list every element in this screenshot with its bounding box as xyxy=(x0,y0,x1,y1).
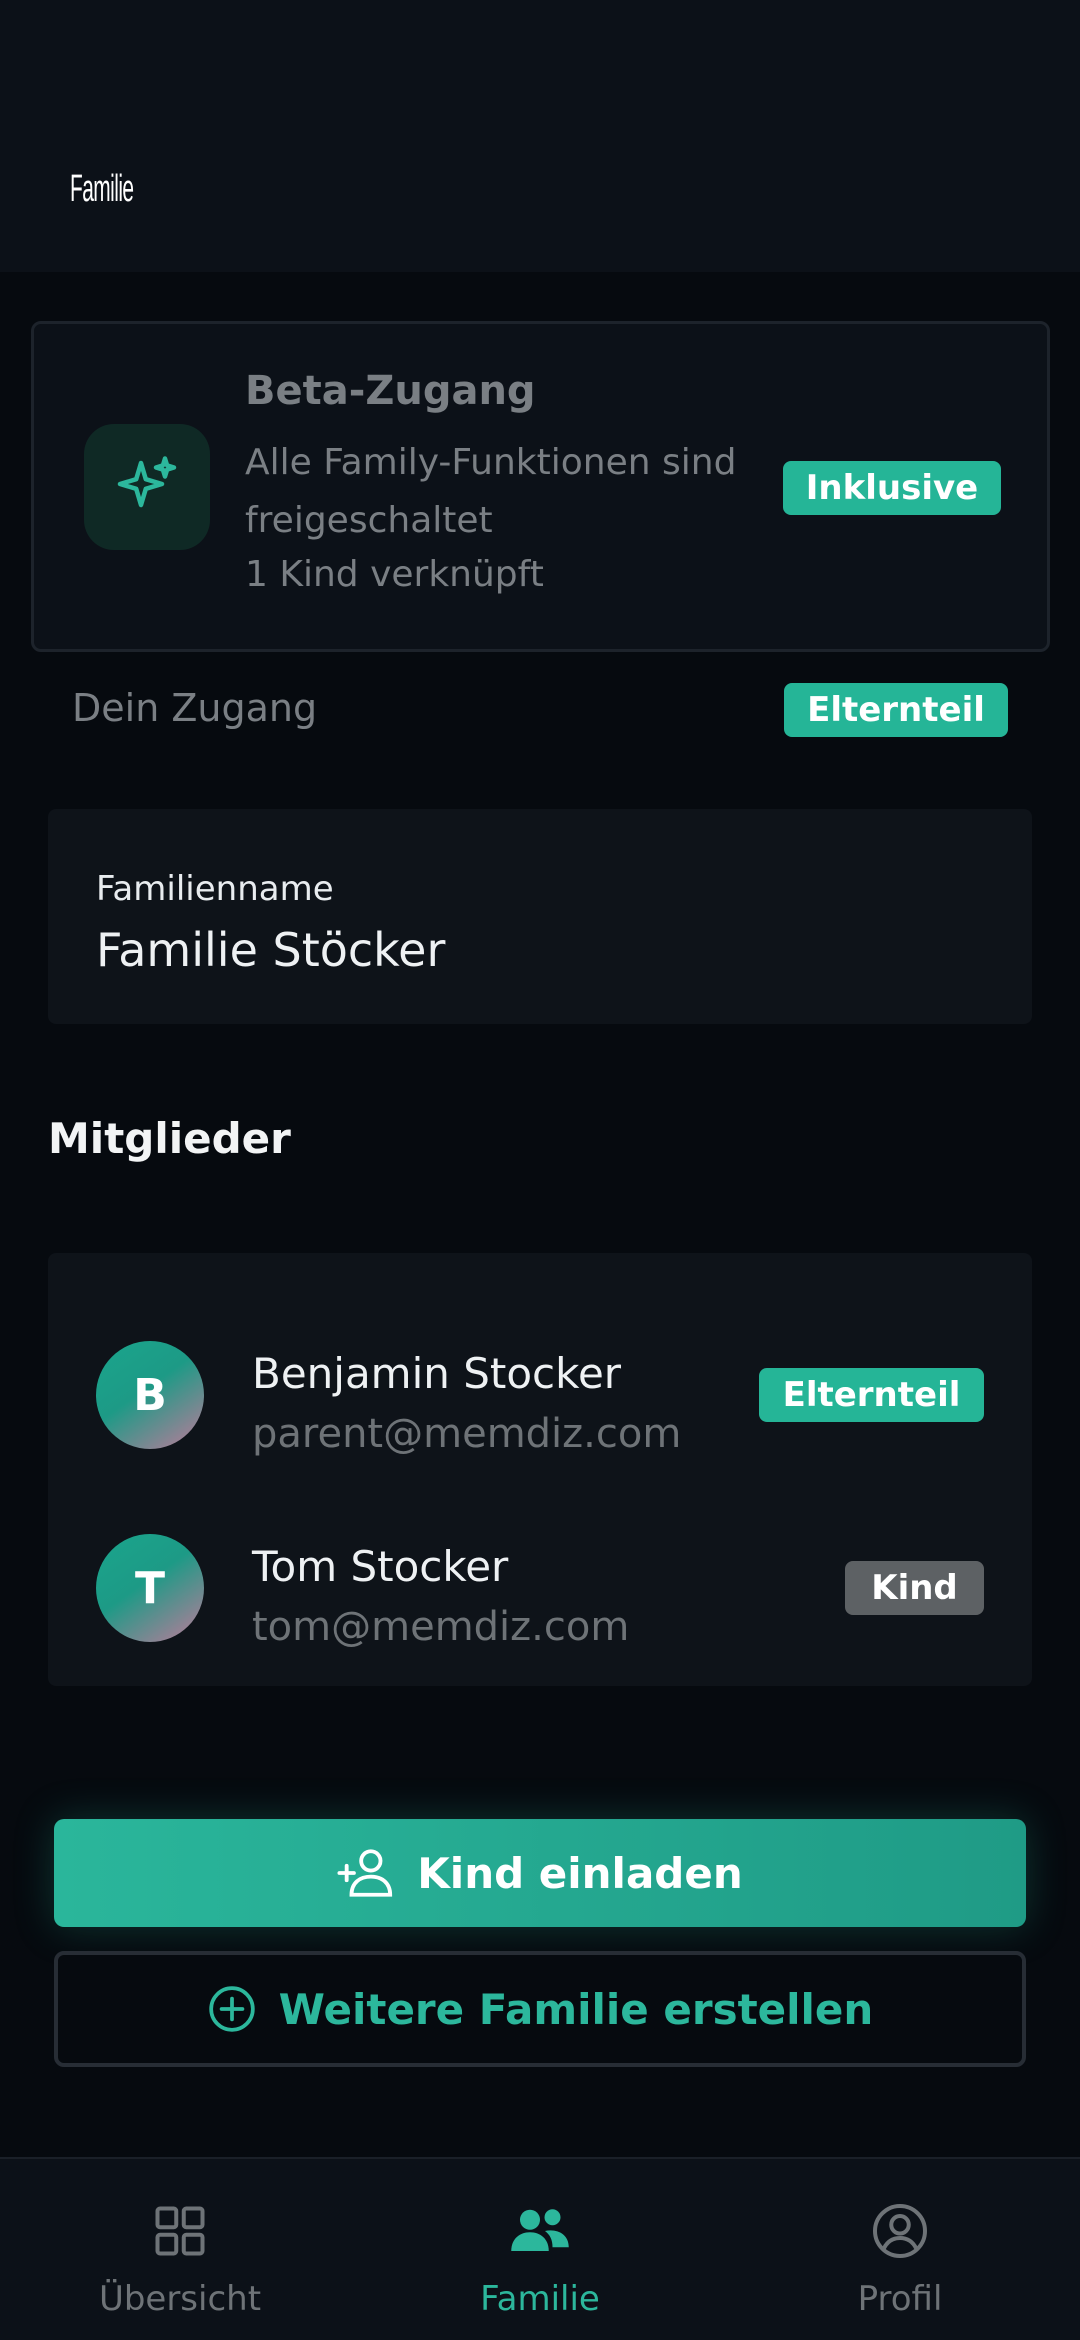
member-email: parent@memdiz.com xyxy=(252,1411,682,1457)
app-header: Familie xyxy=(0,0,1080,272)
users-icon xyxy=(360,2201,720,2261)
beta-access-card: Beta-Zugang Alle Family-Funktionen sind … xyxy=(31,321,1050,652)
add-user-icon xyxy=(337,1844,395,1902)
member-email: tom@memdiz.com xyxy=(252,1604,630,1650)
invite-child-button[interactable]: Kind einladen xyxy=(54,1819,1026,1927)
nav-item-overview[interactable]: Übersicht xyxy=(0,2159,360,2340)
plus-circle-icon xyxy=(207,1984,257,2034)
access-label: Dein Zugang xyxy=(72,686,318,730)
inklusive-badge: Inklusive xyxy=(783,461,1001,515)
invite-child-label: Kind einladen xyxy=(417,1848,743,1898)
family-name-value: Familie Stöcker xyxy=(96,923,446,977)
member-name: Tom Stocker xyxy=(252,1542,509,1591)
grid-icon xyxy=(0,2201,360,2261)
member-row[interactable]: B Benjamin Stocker parent@memdiz.com Elt… xyxy=(48,1321,1032,1471)
access-role-badge: Elternteil xyxy=(784,683,1008,737)
family-name-label: Familienname xyxy=(96,869,334,909)
nav-item-profile[interactable]: Profil xyxy=(720,2159,1080,2340)
beta-title: Beta-Zugang xyxy=(245,368,536,414)
create-family-label: Weitere Familie erstellen xyxy=(278,1984,874,2034)
bottom-nav: Übersicht Familie Profil xyxy=(0,2157,1080,2340)
linked-kids-count: 1 Kind verknüpft xyxy=(245,554,544,595)
members-list: B Benjamin Stocker parent@memdiz.com Elt… xyxy=(48,1253,1032,1686)
family-name-card[interactable]: Familienname Familie Stöcker xyxy=(48,809,1032,1024)
create-family-button[interactable]: Weitere Familie erstellen xyxy=(54,1951,1026,2067)
nav-label-overview: Übersicht xyxy=(98,2279,262,2319)
beta-description: Alle Family-Funktionen sind freigeschalt… xyxy=(245,442,737,541)
sparkles-icon xyxy=(84,424,210,550)
avatar: T xyxy=(96,1534,204,1642)
nav-label-family: Familie xyxy=(480,2279,600,2319)
member-role-badge: Elternteil xyxy=(759,1368,984,1422)
members-section-title: Mitglieder xyxy=(48,1114,291,1163)
member-name: Benjamin Stocker xyxy=(252,1349,622,1398)
member-role-badge: Kind xyxy=(845,1561,984,1615)
user-circle-icon xyxy=(720,2201,1080,2261)
avatar: B xyxy=(96,1341,204,1449)
nav-item-family[interactable]: Familie xyxy=(360,2159,720,2340)
member-row[interactable]: T Tom Stocker tom@memdiz.com Kind xyxy=(48,1514,1032,1664)
page-title: Familie xyxy=(70,168,134,210)
nav-label-profile: Profil xyxy=(857,2279,943,2319)
